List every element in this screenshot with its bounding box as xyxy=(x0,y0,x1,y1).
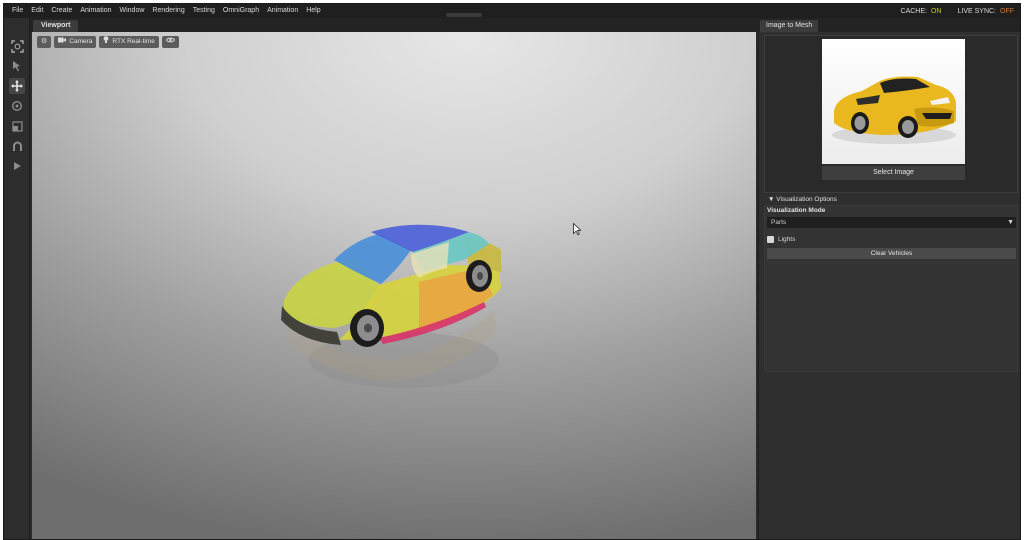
render-mode-button[interactable]: RTX Real-time xyxy=(99,36,159,48)
lights-option: Lights xyxy=(767,236,795,243)
visibility-button[interactable] xyxy=(161,36,179,48)
front-wheel xyxy=(350,309,384,347)
menu-rendering[interactable]: Rendering xyxy=(148,4,188,18)
visualization-mode-label: Visualization Mode xyxy=(767,207,826,214)
lightbulb-icon xyxy=(103,36,109,48)
cache-label: CACHE: xyxy=(900,7,927,15)
panel-tab-bar: Image to Mesh xyxy=(758,18,1020,32)
menu-file[interactable]: File xyxy=(8,4,27,18)
menubar-grip[interactable] xyxy=(446,13,482,17)
camera-button[interactable]: Camera xyxy=(54,36,97,48)
viewport-settings-button[interactable]: ⚙ xyxy=(37,36,52,48)
visualization-options-title: Visualization Options xyxy=(776,196,837,203)
rotate-icon[interactable] xyxy=(9,98,25,114)
rear-wheel xyxy=(466,260,492,292)
status-area: CACHE: ON LIVE SYNC: OFF xyxy=(901,4,1014,18)
menu-animation[interactable]: Animation xyxy=(76,4,115,18)
input-image-preview[interactable] xyxy=(822,39,965,164)
menu-testing[interactable]: Testing xyxy=(189,4,219,18)
menu-animation-2[interactable]: Animation xyxy=(263,4,302,18)
menu-help[interactable]: Help xyxy=(302,4,324,18)
menu-window[interactable]: Window xyxy=(116,4,149,18)
scale-icon[interactable] xyxy=(9,118,25,134)
left-toolbar xyxy=(4,18,30,539)
play-icon[interactable] xyxy=(9,158,25,174)
menu-create[interactable]: Create xyxy=(47,4,76,18)
menu-bar: File Edit Create Animation Window Render… xyxy=(4,4,1020,18)
gear-icon: ⚙ xyxy=(41,38,48,45)
arrow-select-icon[interactable] xyxy=(9,58,25,74)
tab-image-to-mesh[interactable]: Image to Mesh xyxy=(760,20,819,32)
viewport-controls: ⚙ Camera RTX Real-time xyxy=(37,36,179,48)
snap-magnet-icon[interactable] xyxy=(9,138,25,154)
mouse-cursor-icon xyxy=(573,223,581,235)
camera-label: Camera xyxy=(69,38,93,45)
tab-viewport[interactable]: Viewport xyxy=(33,20,79,32)
viewport-canvas[interactable]: ⚙ Camera RTX Real-time xyxy=(32,32,756,539)
image-preview-frame: Select Image xyxy=(764,35,1018,193)
clear-vehicles-button[interactable]: Clear Vehicles xyxy=(767,248,1016,259)
dropdown-arrow-icon: ▼ xyxy=(1007,219,1014,226)
eye-icon xyxy=(165,36,175,48)
lights-checkbox[interactable] xyxy=(767,236,774,243)
camera-icon xyxy=(58,36,67,48)
menu-edit[interactable]: Edit xyxy=(27,4,47,18)
app-window: File Edit Create Animation Window Render… xyxy=(3,3,1021,540)
yellow-car-photo xyxy=(832,76,956,144)
viewport-tab-bar: Viewport xyxy=(30,18,758,32)
menu-omnigraph[interactable]: OmniGraph xyxy=(219,4,263,18)
visualization-options-section: Visualization Mode Parts ▼ Lights Clear … xyxy=(764,205,1018,372)
visualization-mode-value: Parts xyxy=(771,219,787,226)
collapse-triangle-icon: ▼ xyxy=(768,196,775,203)
segmented-car-model[interactable] xyxy=(279,210,509,410)
frame-select-icon[interactable] xyxy=(9,38,25,54)
live-sync-status[interactable]: OFF xyxy=(1000,8,1014,15)
visualization-mode-dropdown[interactable]: Parts ▼ xyxy=(767,217,1016,228)
move-icon[interactable] xyxy=(9,78,25,94)
live-sync-label: LIVE SYNC: xyxy=(957,7,996,15)
cache-status[interactable]: ON xyxy=(931,8,942,15)
visualization-options-header[interactable]: ▼ Visualization Options xyxy=(764,195,1018,205)
lights-label: Lights xyxy=(778,236,796,243)
image-to-mesh-panel: Select Image ▼ Visualization Options Vis… xyxy=(758,32,1020,539)
render-mode-label: RTX Real-time xyxy=(112,38,155,45)
select-image-button[interactable]: Select Image xyxy=(822,166,965,180)
